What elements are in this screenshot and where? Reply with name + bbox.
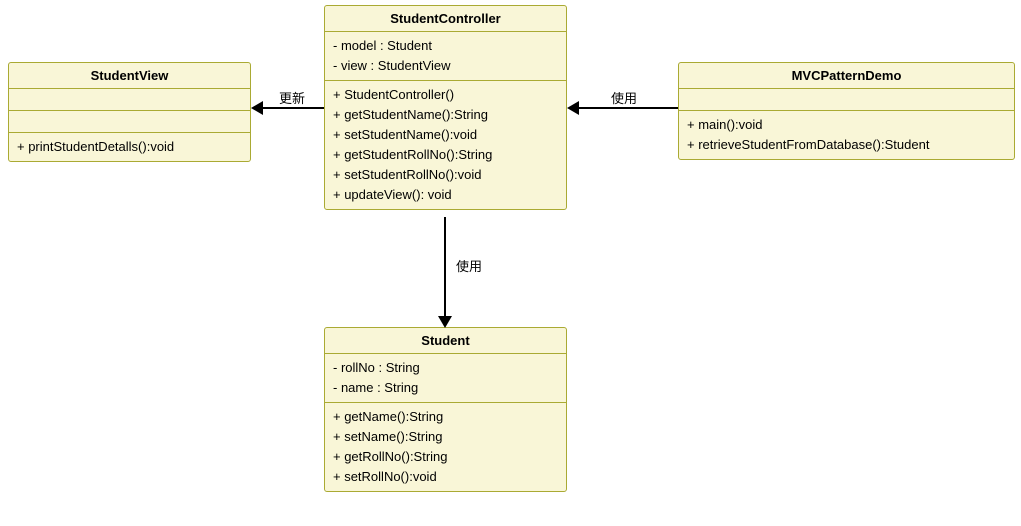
class-attributes-section [679,89,1014,111]
class-method: + setName():String [333,427,558,447]
class-method: + setRollNo():void [333,467,558,487]
class-methods-section: + getName():String + setName():String + … [325,403,566,491]
class-mvc-pattern-demo: MVCPatternDemo + main():void + retrieveS… [678,62,1015,160]
relation-line [262,107,324,109]
relation-line [444,217,446,317]
class-methods-section: + printStudentDetalls():void [9,133,250,161]
class-method: + printStudentDetalls():void [17,137,242,157]
class-attributes-section: - rollNo : String - name : String [325,354,566,403]
relation-label: 使用 [609,88,639,107]
class-attribute: - rollNo : String [333,358,558,378]
class-student: Student - rollNo : String - name : Strin… [324,327,567,492]
class-method: + getStudentRollNo():String [333,145,558,165]
class-section-divider [9,111,250,133]
class-title: MVCPatternDemo [679,63,1014,89]
class-method: + main():void [687,115,1006,135]
class-attribute: - name : String [333,378,558,398]
class-attribute: - view : StudentView [333,56,558,76]
class-method: + StudentController() [333,85,558,105]
class-method: + retrieveStudentFromDatabase():Student [687,135,1006,155]
class-student-controller: StudentController - model : Student - vi… [324,5,567,210]
class-title: Student [325,328,566,354]
class-method: + updateView(): void [333,185,558,205]
class-methods-section: + main():void + retrieveStudentFromDatab… [679,111,1014,159]
arrow-head-icon [567,101,579,115]
class-title: StudentController [325,6,566,32]
class-attributes-section: - model : Student - view : StudentView [325,32,566,81]
relation-label: 使用 [454,256,484,275]
class-attribute: - model : Student [333,36,558,56]
class-method: + setStudentRollNo():void [333,165,558,185]
class-title: StudentView [9,63,250,89]
relation-line [578,107,678,109]
class-attributes-section [9,89,250,111]
relation-label: 更新 [277,88,307,107]
arrow-head-icon [438,316,452,328]
class-method: + getName():String [333,407,558,427]
arrow-head-icon [251,101,263,115]
class-method: + getRollNo():String [333,447,558,467]
class-student-view: StudentView + printStudentDetalls():void [8,62,251,162]
class-method: + setStudentName():void [333,125,558,145]
class-methods-section: + StudentController() + getStudentName()… [325,81,566,209]
class-method: + getStudentName():String [333,105,558,125]
